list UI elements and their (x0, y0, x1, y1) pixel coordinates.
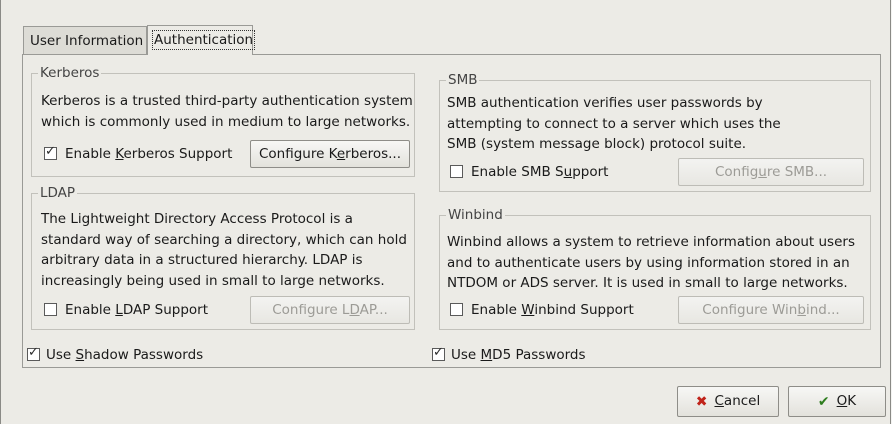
check-mark-icon: ✓ (45, 144, 56, 159)
checkbox-label: Enable Kerberos Support (65, 146, 233, 162)
configure-ldap-button[interactable]: Configure LDAP... (250, 296, 410, 324)
enable-smb-checkbox[interactable]: Enable SMB Support (450, 163, 608, 181)
ldap-description: The Lightweight Directory Access Protoco… (41, 211, 407, 289)
cancel-button[interactable]: ✖ Cancel (677, 386, 779, 417)
checkbox-label: Enable Winbind Support (471, 302, 634, 318)
enable-ldap-checkbox[interactable]: Enable LDAP Support (44, 301, 208, 319)
checkbox-label: Enable SMB Support (471, 164, 609, 180)
smb-frame-title: SMB (446, 72, 480, 88)
tab-authentication[interactable]: Authentication (147, 25, 256, 55)
kerberos-frame-title: Kerberos (38, 65, 102, 81)
ok-button[interactable]: ✔ OK (788, 386, 886, 417)
checkbox-label: Enable LDAP Support (65, 302, 209, 318)
checkbox-box (450, 165, 463, 178)
tab-label: User Information (30, 33, 144, 49)
enable-kerberos-checkbox[interactable]: ✓ Enable Kerberos Support (44, 145, 232, 163)
check-mark-icon: ✓ (28, 345, 39, 360)
checkbox-box (44, 303, 57, 316)
window-left-border (0, 0, 1, 424)
use-shadow-passwords-checkbox[interactable]: ✓ Use Shadow Passwords (27, 346, 203, 364)
checkbox-box: ✓ (27, 345, 40, 361)
configure-kerberos-button[interactable]: Configure Kerberos... (250, 140, 410, 168)
checkbox-box: ✓ (44, 144, 57, 160)
ldap-frame-title: LDAP (38, 185, 78, 201)
cancel-icon: ✖ (695, 394, 708, 410)
winbind-description: Winbind allows a system to retrieve info… (447, 234, 855, 291)
checkbox-label: Use Shadow Passwords (46, 347, 204, 363)
ok-icon: ✔ (817, 394, 830, 410)
enable-winbind-checkbox[interactable]: Enable Winbind Support (450, 301, 634, 319)
use-md5-passwords-checkbox[interactable]: ✓ Use MD5 Passwords (432, 346, 586, 364)
tab-label: Authentication (151, 30, 256, 50)
configure-smb-button[interactable]: Configure SMB... (678, 158, 864, 186)
tab-user-information[interactable]: User Information (23, 26, 147, 55)
kerberos-description: Kerberos is a trusted third-party authen… (41, 93, 413, 130)
checkbox-box: ✓ (432, 345, 445, 361)
check-mark-icon: ✓ (433, 345, 444, 360)
checkbox-label: Use MD5 Passwords (451, 347, 586, 363)
smb-description: SMB authentication verifies user passwor… (447, 95, 781, 152)
checkbox-box (450, 303, 463, 316)
configure-winbind-button[interactable]: Configure Winbind... (678, 296, 864, 324)
active-tab-joint (148, 53, 252, 55)
winbind-frame-title: Winbind (446, 207, 505, 223)
